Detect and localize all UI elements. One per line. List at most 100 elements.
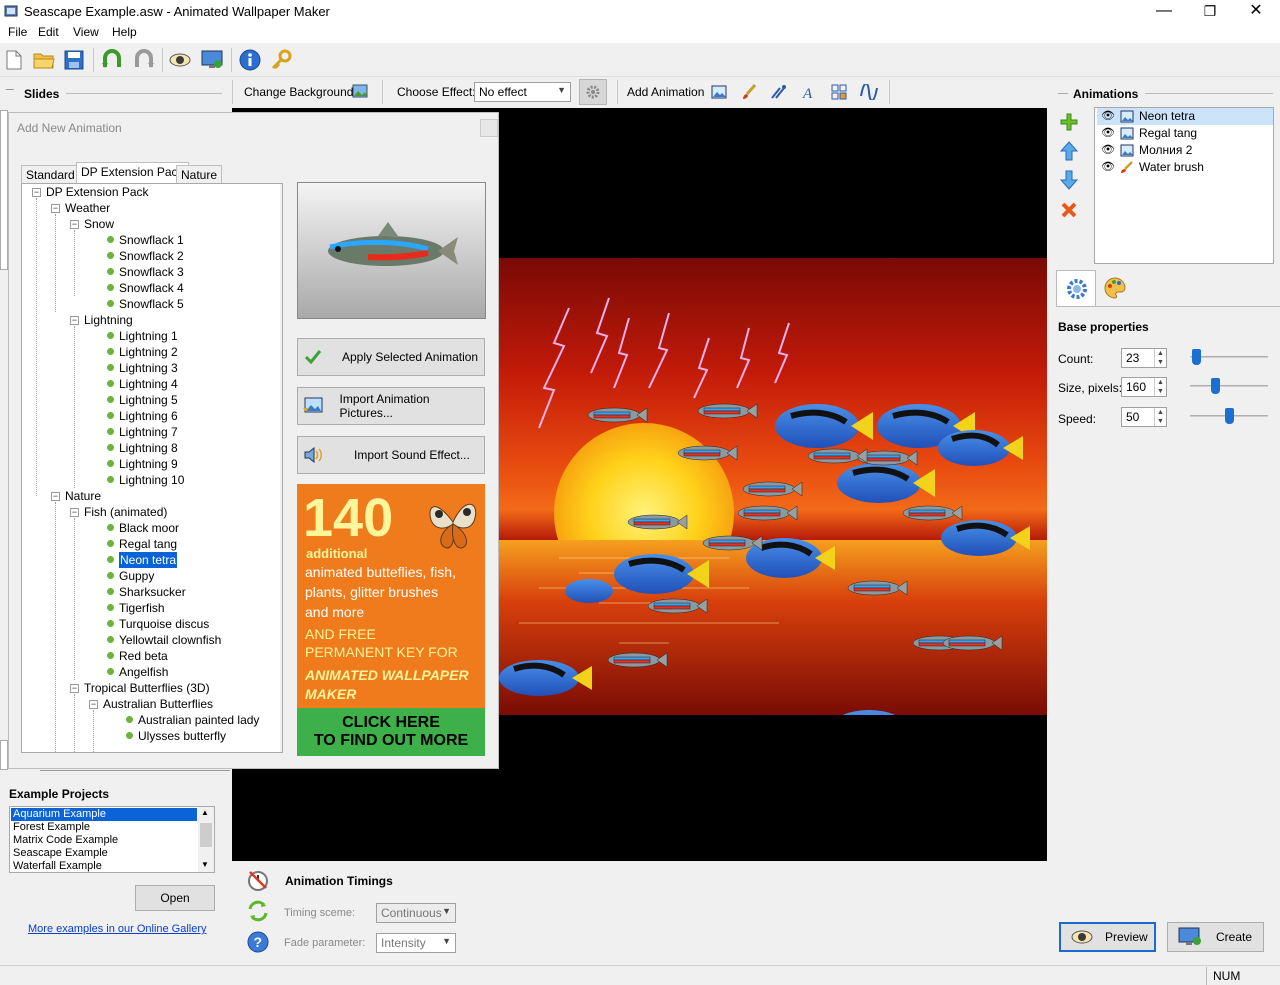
tree-node-nature[interactable]: Nature [65, 488, 101, 504]
tree-leaf[interactable]: Lightning 1 [119, 328, 178, 344]
add-picture-animation-icon[interactable] [708, 81, 730, 103]
tree-node-snow[interactable]: Snow [84, 216, 114, 232]
glitter-icon[interactable] [768, 81, 790, 103]
preview-eye-icon[interactable] [167, 47, 193, 73]
tree-node-australian[interactable]: Australian Butterflies [103, 696, 213, 712]
move-down-arrow-icon[interactable] [1059, 170, 1080, 192]
apply-selected-animation-button[interactable]: Apply Selected Animation [297, 338, 485, 376]
tree-node-weather[interactable]: Weather [65, 200, 110, 216]
tree-toggle[interactable]: − [70, 316, 79, 325]
fade-parameter-select[interactable]: Intensity ▼ [376, 933, 456, 953]
key-icon[interactable] [269, 47, 295, 73]
tree-leaf[interactable]: Angelfish [119, 664, 168, 680]
example-projects-list[interactable]: Aquarium Example Forest Example Matrix C… [9, 806, 215, 873]
tree-leaf[interactable]: Ulysses butterfly [138, 728, 226, 744]
tab-color-properties[interactable] [1097, 272, 1135, 306]
tree-node-butterflies[interactable]: Tropical Butterflies (3D) [84, 680, 210, 696]
add-animation-plus-icon[interactable] [1060, 113, 1080, 133]
animation-item-regal-tang[interactable]: 👁 Regal tang [1097, 125, 1273, 142]
effect-settings-button[interactable] [579, 79, 607, 105]
tree-toggle[interactable]: − [51, 492, 60, 501]
spinner-arrows-icon[interactable]: ▲ ▼ [1154, 408, 1166, 426]
maximize-button[interactable]: ❐ [1187, 0, 1233, 24]
minimize-button[interactable]: — [1141, 0, 1187, 24]
slider-thumb[interactable] [1192, 349, 1201, 365]
import-animation-pictures-button[interactable]: Import Animation Pictures... [297, 387, 485, 425]
menu-view[interactable]: View [73, 25, 99, 39]
count-spinner[interactable]: 23 ▲ ▼ [1121, 348, 1167, 368]
count-slider[interactable] [1190, 349, 1268, 367]
animation-item-molniya-2[interactable]: 👁 Молния 2 [1097, 142, 1273, 159]
text-animation-icon[interactable]: A [798, 81, 820, 103]
tab-standard[interactable]: Standard [21, 165, 80, 184]
tree-leaf[interactable]: Yellowtail clownfish [119, 632, 221, 648]
list-item[interactable]: Aquarium Example [11, 808, 197, 821]
online-gallery-link[interactable]: More examples in our Online Gallery [28, 923, 207, 935]
tree-leaf[interactable]: Lightning 6 [119, 408, 178, 424]
animation-tree[interactable]: − DP Extension Pack − Weather − Snow Sno… [21, 183, 283, 753]
speed-slider[interactable] [1190, 408, 1268, 426]
tree-scrollbar[interactable]: ▲ ▼ [280, 184, 282, 752]
tree-leaf[interactable]: Lightning 9 [119, 456, 178, 472]
list-item[interactable]: Forest Example [11, 821, 197, 834]
tree-leaf-selected[interactable]: Neon tetra [119, 552, 178, 568]
tree-node-lightning[interactable]: Lightning [84, 312, 133, 328]
change-background-icon[interactable] [350, 81, 372, 103]
scroll-thumb[interactable] [200, 823, 212, 847]
animation-item-water-brush[interactable]: 👁 Water brush [1097, 159, 1273, 176]
list-item[interactable]: Matrix Code Example [11, 834, 197, 847]
tree-leaf[interactable]: Turquoise discus [119, 616, 209, 632]
menu-edit[interactable]: Edit [38, 25, 59, 39]
help-icon[interactable]: ? [246, 930, 270, 954]
close-button[interactable]: ✕ [1233, 0, 1279, 24]
visibility-eye-icon[interactable]: 👁 [1101, 142, 1115, 159]
timing-scheme-select[interactable]: Continuous ▼ [376, 903, 456, 923]
spinner-arrows-icon[interactable]: ▲ ▼ [1154, 378, 1166, 396]
tree-toggle[interactable]: − [70, 684, 79, 693]
visibility-eye-icon[interactable]: 👁 [1101, 159, 1115, 176]
redo-icon[interactable] [131, 47, 157, 73]
change-background-label[interactable]: Change Background [244, 85, 353, 99]
menu-help[interactable]: Help [112, 25, 137, 39]
size-slider[interactable] [1190, 378, 1268, 396]
wave-animation-icon[interactable] [858, 81, 880, 103]
list-item[interactable]: Seascape Example [11, 847, 197, 860]
tab-dp-extension-pack[interactable]: DP Extension Pack [76, 162, 189, 185]
animations-list[interactable]: 👁 Neon tetra 👁 Regal tang 👁 Молния 2 👁 W… [1094, 107, 1274, 264]
tree-leaf[interactable]: Snowflack 3 [119, 264, 184, 280]
undo-icon[interactable] [99, 47, 125, 73]
set-wallpaper-icon[interactable] [199, 47, 225, 73]
tree-leaf[interactable]: Lightning 2 [119, 344, 178, 360]
tab-nature[interactable]: Nature [176, 165, 223, 184]
tree-toggle[interactable]: − [70, 508, 79, 517]
dialog-close-button[interactable] [480, 119, 498, 137]
tree-leaf[interactable]: Lightning 3 [119, 360, 178, 376]
list-scrollbar[interactable]: ▲ ▼ [198, 807, 214, 872]
preview-button[interactable]: Preview [1059, 922, 1156, 952]
tree-leaf[interactable]: Snowflack 4 [119, 280, 184, 296]
tree-node-dp-extension-pack[interactable]: DP Extension Pack [46, 184, 149, 200]
tree-toggle[interactable]: − [89, 700, 98, 709]
tree-leaf[interactable]: Snowflack 5 [119, 296, 184, 312]
tree-leaf[interactable]: Lightning 10 [119, 472, 184, 488]
tree-toggle[interactable]: − [51, 204, 60, 213]
tree-leaf[interactable]: Lightning 5 [119, 392, 178, 408]
tree-leaf[interactable]: Black moor [119, 520, 179, 536]
slider-thumb[interactable] [1225, 408, 1234, 424]
new-file-icon[interactable] [1, 47, 27, 73]
scroll-up-icon[interactable]: ▲ [201, 808, 209, 817]
size-spinner[interactable]: 160 ▲ ▼ [1121, 377, 1167, 397]
tree-leaf[interactable]: Australian painted lady [138, 712, 259, 728]
tree-toggle[interactable]: − [70, 220, 79, 229]
brush-icon[interactable] [738, 81, 760, 103]
info-icon[interactable] [237, 47, 263, 73]
ad-cta-button[interactable]: CLICK HERE TO FIND OUT MORE [297, 708, 485, 756]
tree-leaf[interactable]: Snowflack 2 [119, 248, 184, 264]
slider-thumb[interactable] [1211, 378, 1220, 394]
tree-leaf[interactable]: Guppy [119, 568, 154, 584]
import-sound-effect-button[interactable]: Import Sound Effect... [297, 436, 485, 474]
tree-toggle[interactable]: − [32, 188, 41, 197]
tree-leaf[interactable]: Lightning 4 [119, 376, 178, 392]
tab-base-properties[interactable] [1056, 270, 1096, 307]
extension-pack-ad-banner[interactable]: 140 additional animated butteflies, fish… [297, 484, 485, 756]
